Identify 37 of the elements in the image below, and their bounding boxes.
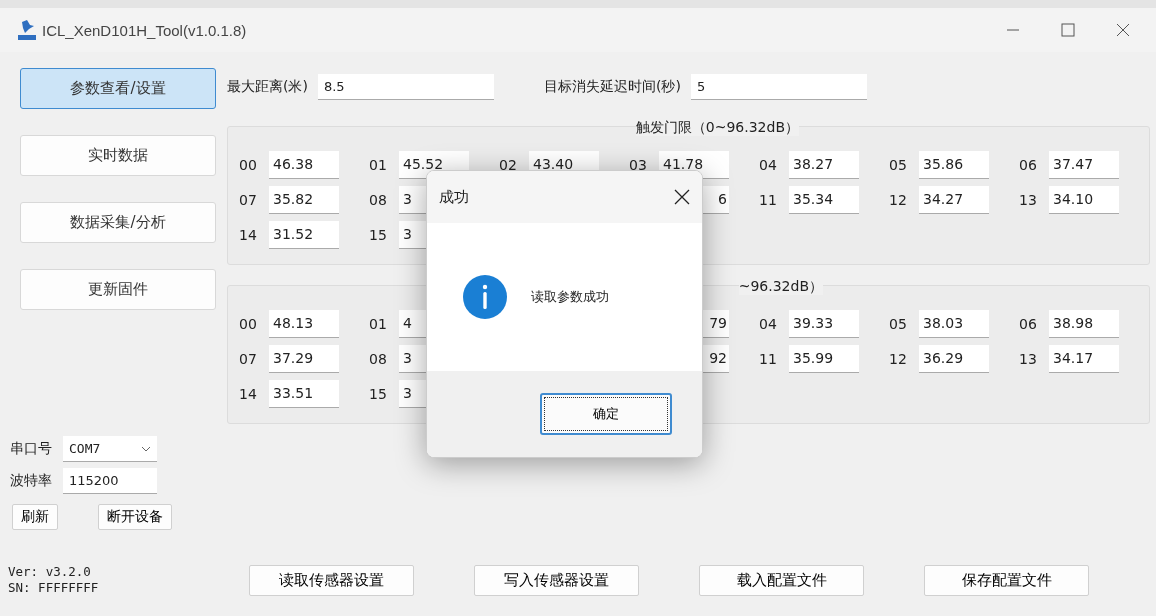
port-label: 串口号 [10,440,53,458]
channel-index: 03 [629,156,647,173]
field-label: 目标消失延迟时间(秒) [543,78,681,96]
channel-index: 06 [1019,315,1037,332]
channel-index: 14 [239,226,257,243]
field-label: 最大距离(米) [227,78,308,96]
channel-index: 04 [759,315,777,332]
channel-index: 14 [239,385,257,402]
channel-index: 15 [369,385,387,402]
channel-index: 02 [499,156,517,173]
group-title: 触发门限（0~96.32dB） [635,118,799,136]
window-title: ICL_XenD101H_Tool(v1.0.1.8) [42,21,247,39]
version-text: Ver: v3.2.0 [8,564,92,580]
channel-index: 07 [239,191,257,208]
dialog-title: 成功 [439,187,469,207]
channel-index: 12 [889,350,907,367]
channel-index: 11 [759,191,777,208]
channel-index: 15 [369,226,387,243]
channel-index: 05 [889,156,907,173]
channel-index: 08 [369,350,387,367]
channel-index: 01 [369,315,387,332]
channel-index: 13 [1019,350,1037,367]
group-title: ~96.32dB） [738,277,823,295]
channel-index: 06 [1019,156,1037,173]
serial-number-text: SN: FFFFFFFF [8,580,100,596]
channel-index: 05 [889,315,907,332]
channel-index: 07 [239,350,257,367]
channel-index: 00 [239,156,257,173]
channel-index: 08 [369,191,387,208]
channel-index: 12 [889,191,907,208]
channel-index: 13 [1019,191,1037,208]
channel-index: 11 [759,350,777,367]
channel-index: 00 [239,315,257,332]
channel-index: 01 [369,156,387,173]
dialog-message: 读取参数成功 [531,288,609,306]
channel-index: 04 [759,156,777,173]
baud-label: 波特率 [10,472,53,490]
